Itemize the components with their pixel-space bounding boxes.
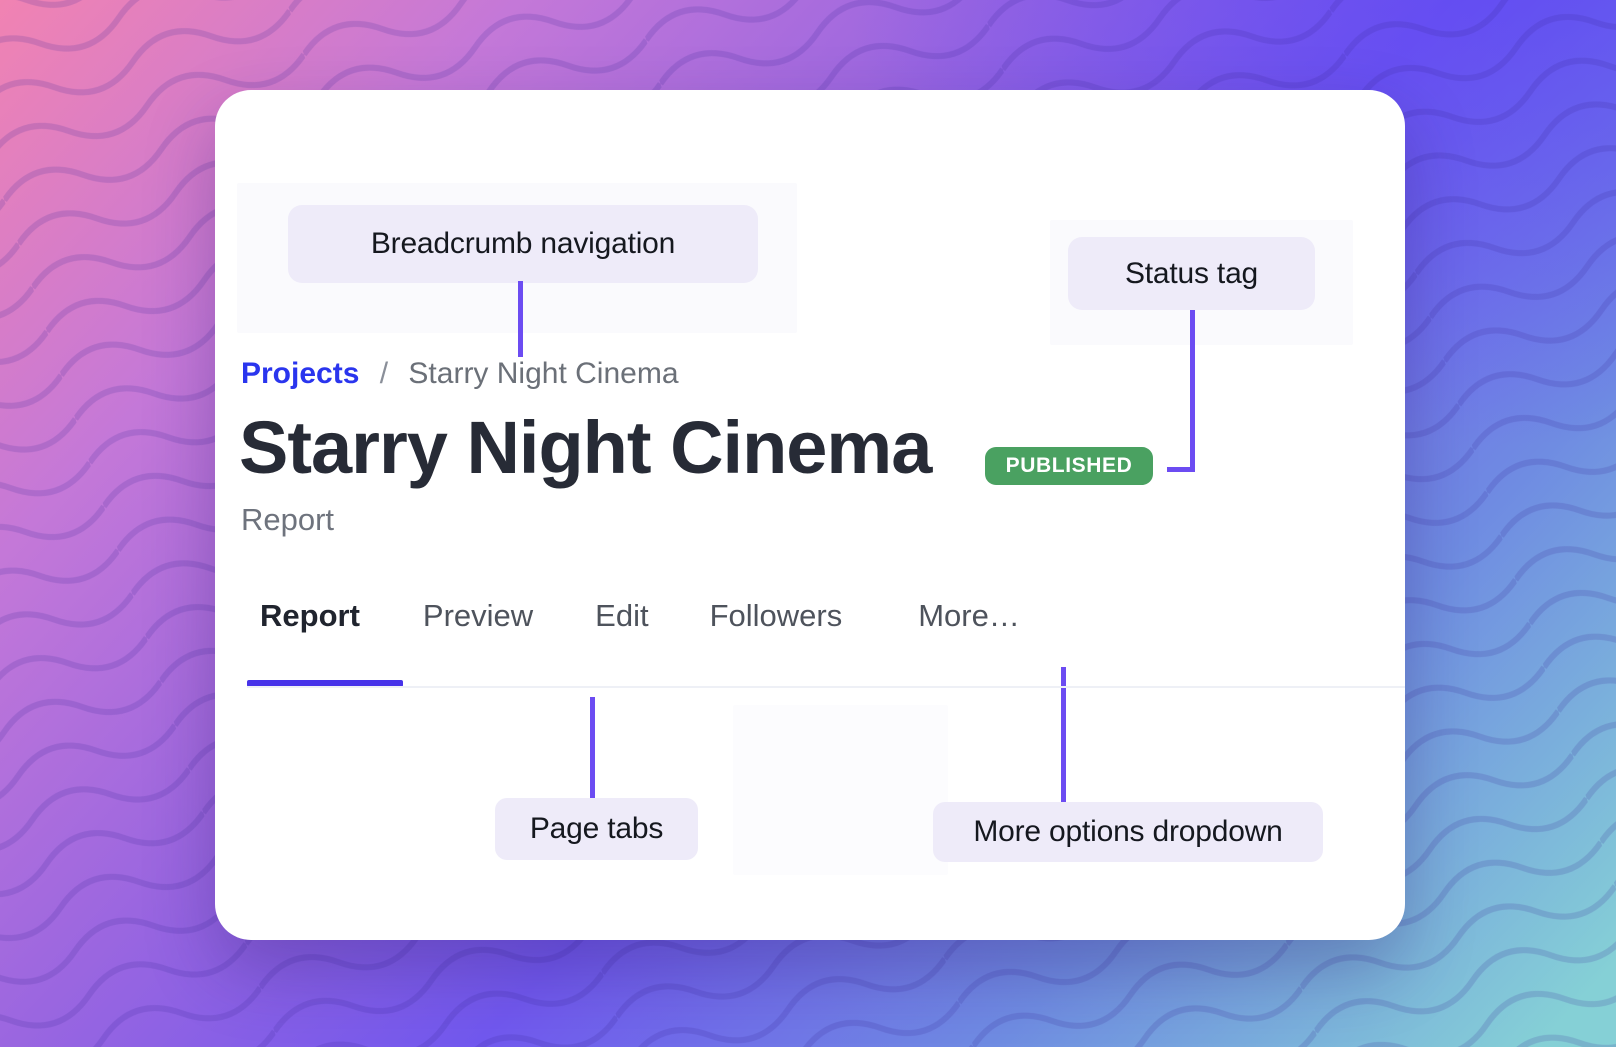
scene: Breadcrumb navigation Status tag Page ta… (0, 0, 1616, 1047)
tab-more[interactable]: More… (918, 598, 1020, 634)
annotation-status-connector-line (1190, 310, 1195, 472)
annotation-page-tabs-text: Page tabs (530, 812, 663, 846)
status-badge: PUBLISHED (985, 447, 1153, 485)
tab-bar-divider (247, 686, 1405, 688)
breadcrumb: Projects / Starry Night Cinema (241, 356, 679, 392)
tab-followers[interactable]: Followers (710, 598, 843, 634)
breadcrumb-separator: / (380, 357, 388, 390)
annotation-status-text: Status tag (1125, 257, 1258, 291)
annotation-breadcrumb-callout: Breadcrumb navigation (288, 205, 758, 283)
annotation-status-callout: Status tag (1068, 237, 1315, 310)
tab-bar: Report Preview Edit Followers More… (260, 598, 1020, 634)
page-subtitle: Report (241, 502, 334, 538)
tab-edit[interactable]: Edit (595, 598, 648, 634)
annotation-breadcrumb-text: Breadcrumb navigation (371, 227, 675, 261)
annotation-status-connector-elbow (1167, 467, 1195, 472)
breadcrumb-link-projects[interactable]: Projects (241, 357, 359, 390)
screenshot-tint-region (733, 705, 948, 875)
tab-report[interactable]: Report (260, 598, 360, 634)
project-header-card: Breadcrumb navigation Status tag Page ta… (215, 90, 1405, 940)
tab-preview[interactable]: Preview (423, 598, 533, 634)
page-title: Starry Night Cinema (239, 408, 931, 488)
annotation-page-tabs-connector-line (590, 697, 595, 798)
annotation-more-options-callout: More options dropdown (933, 802, 1323, 862)
annotation-page-tabs-callout: Page tabs (495, 798, 698, 860)
annotation-more-options-text: More options dropdown (973, 815, 1282, 849)
annotation-breadcrumb-connector-line (518, 281, 523, 357)
breadcrumb-current-page: Starry Night Cinema (408, 357, 678, 390)
